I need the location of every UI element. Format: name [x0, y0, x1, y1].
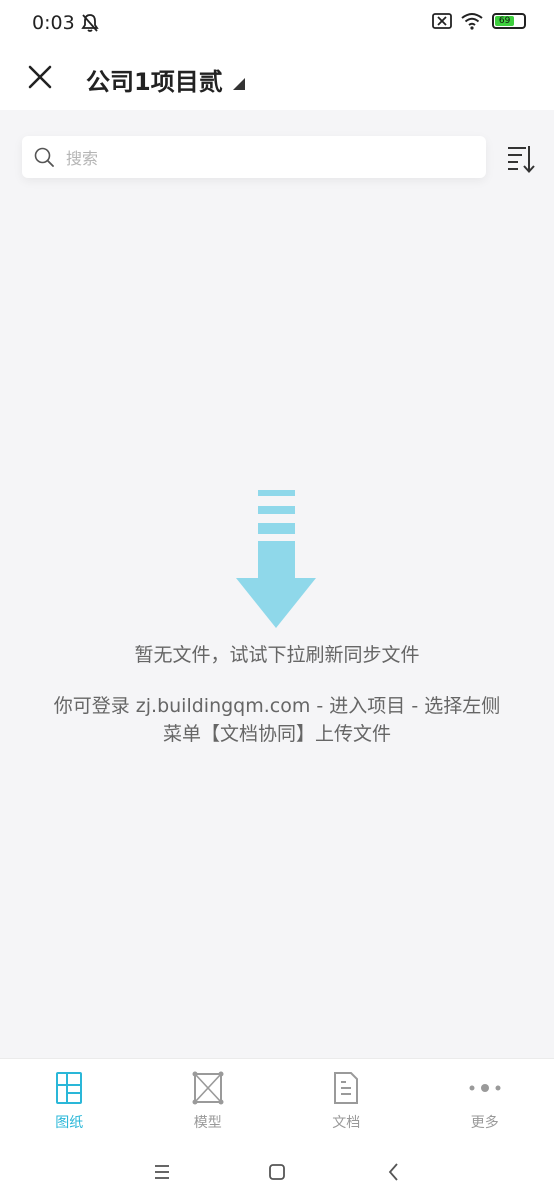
status-icons: 69 — [432, 12, 526, 30]
model-icon — [192, 1071, 224, 1105]
system-nav-bar — [0, 1144, 554, 1200]
dropdown-caret-icon — [232, 77, 245, 90]
tab-documents[interactable]: 文档 — [277, 1059, 416, 1145]
battery-level: 69 — [495, 16, 515, 26]
search-input[interactable] — [64, 136, 478, 180]
tab-models[interactable]: 模型 — [139, 1059, 278, 1145]
battery-icon: 69 — [492, 13, 526, 29]
close-icon[interactable] — [26, 63, 54, 91]
tab-label: 更多 — [470, 1115, 499, 1131]
hint-line-2: 菜单【文档协同】上传文件 — [162, 723, 391, 745]
wifi-icon — [461, 13, 483, 30]
menu-icon[interactable] — [148, 1158, 176, 1186]
drawing-icon — [56, 1072, 83, 1104]
tab-more[interactable]: 更多 — [416, 1059, 554, 1145]
status-time: 0:03 — [32, 12, 75, 34]
back-icon[interactable] — [380, 1158, 408, 1186]
tab-label: 文档 — [332, 1115, 361, 1131]
sim-error-icon — [432, 13, 452, 29]
hint-line-1: 你可登录 zj.buildingqm.com - 进入项目 - 选择左侧 — [53, 695, 501, 717]
sort-icon[interactable] — [506, 144, 536, 174]
document-icon — [334, 1072, 359, 1104]
empty-state-message: 暂无文件，试试下拉刷新同步文件 — [134, 644, 420, 666]
app-header: 公司1项目贰 — [0, 48, 554, 110]
tab-label: 模型 — [193, 1115, 222, 1131]
tab-label: 图纸 — [55, 1115, 84, 1131]
search-box — [22, 136, 486, 180]
project-selector[interactable]: 公司1项目贰 — [86, 62, 245, 97]
page-title: 公司1项目贰 — [86, 68, 223, 96]
bottom-tab-bar: 图纸 模型 文档 更多 — [0, 1058, 554, 1145]
home-icon[interactable] — [263, 1158, 291, 1186]
search-region — [0, 110, 554, 206]
notifications-muted-icon — [81, 14, 99, 32]
search-icon — [34, 147, 54, 167]
status-bar: 0:03 69 — [0, 0, 554, 48]
pull-down-arrow-icon — [236, 490, 316, 628]
empty-state-hint: 你可登录 zj.buildingqm.com - 进入项目 - 选择左侧 菜单【… — [20, 692, 534, 748]
tab-drawings[interactable]: 图纸 — [0, 1059, 139, 1145]
more-icon — [469, 1084, 501, 1092]
